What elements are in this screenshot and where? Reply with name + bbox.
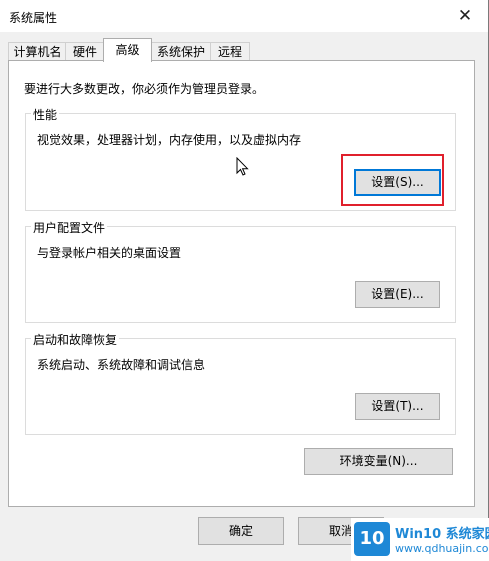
- user-profiles-description: 与登录帐户相关的桌面设置: [37, 246, 182, 260]
- tab-remote[interactable]: 远程: [210, 42, 250, 61]
- user-profiles-title: 用户配置文件: [31, 219, 108, 236]
- user-profiles-group: 用户配置文件 与登录帐户相关的桌面设置: [25, 219, 456, 323]
- watermark-site-name: Win10 系统家园: [395, 527, 489, 542]
- user-profiles-settings-button[interactable]: 设置(E)...: [355, 281, 440, 308]
- performance-title: 性能: [31, 106, 60, 123]
- watermark-logo: 10: [354, 522, 390, 556]
- environment-variables-button[interactable]: 环境变量(N)...: [304, 448, 453, 475]
- tab-advanced[interactable]: 高级: [103, 38, 152, 62]
- performance-description: 视觉效果，处理器计划，内存使用，以及虚拟内存: [37, 133, 302, 147]
- tab-hardware[interactable]: 硬件: [65, 42, 105, 61]
- site-watermark: 10 Win10 系统家园 www.qdhuajin.com: [351, 518, 489, 561]
- startup-recovery-settings-button[interactable]: 设置(T)...: [355, 393, 440, 420]
- startup-recovery-description: 系统启动、系统故障和调试信息: [37, 358, 206, 372]
- startup-recovery-group: 启动和故障恢复 系统启动、系统故障和调试信息: [25, 331, 456, 435]
- startup-recovery-title: 启动和故障恢复: [31, 331, 120, 348]
- window-title: 系统属性: [9, 11, 58, 25]
- tab-computer-name[interactable]: 计算机名: [8, 42, 67, 61]
- mouse-cursor-icon: [236, 157, 249, 176]
- highlight-box: [341, 154, 444, 206]
- watermark-url: www.qdhuajin.com: [395, 542, 489, 555]
- close-icon[interactable]: ✕: [442, 0, 488, 32]
- title-bar: 系统属性 ✕: [0, 0, 488, 32]
- admin-note: 要进行大多数更改，你必须作为管理员登录。: [24, 82, 265, 96]
- ok-button[interactable]: 确定: [198, 517, 284, 545]
- system-properties-dialog: 系统属性 ✕ 计算机名 硬件 高级 系统保护 远程 要进行大多数更改，你必须作为…: [0, 0, 489, 561]
- tab-system-protection[interactable]: 系统保护: [150, 42, 212, 61]
